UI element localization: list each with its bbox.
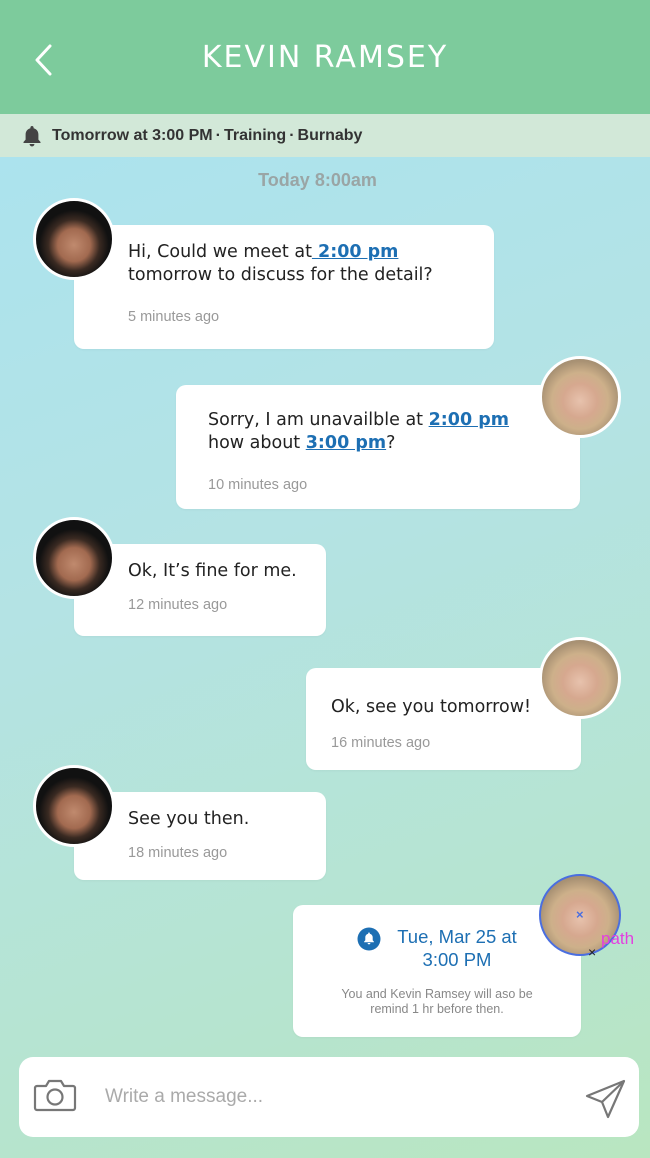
time-link[interactable]: 2:00 pm — [429, 410, 509, 430]
event-card[interactable]: Tue, Mar 25 at 3:00 PM You and Kevin Ram… — [293, 905, 581, 1037]
avatar-me[interactable] — [539, 356, 621, 438]
message-bubble-incoming: Hi, Could we meet at 2:00 pm tomorrow to… — [74, 225, 494, 349]
event-title: Tue, Mar 25 at 3:00 PM — [397, 926, 517, 970]
message-time: 12 minutes ago — [128, 597, 228, 613]
reminder-time: Tomorrow at 3:00 PM — [52, 126, 213, 144]
send-button[interactable] — [584, 1077, 628, 1121]
path-close-mark[interactable]: × — [588, 944, 596, 960]
message-bubble-outgoing: Sorry, I am unavailble at 2:00 pm how ab… — [176, 385, 580, 509]
message-text: Hi, Could we meet at 2:00 pm tomorrow to… — [128, 242, 433, 285]
reminder-location: Burnaby — [297, 126, 363, 144]
message-time: 16 minutes ago — [331, 735, 431, 751]
message-text: See you then. — [128, 809, 250, 829]
reminder-activity: Training — [223, 126, 287, 144]
event-note: You and Kevin Ramsey will aso be remind … — [341, 987, 533, 1016]
bell-icon — [22, 125, 42, 147]
avatar-kevin[interactable] — [33, 198, 115, 280]
avatar-kevin[interactable] — [33, 765, 115, 847]
page-title: KEVIN RAMSEY — [201, 39, 449, 75]
camera-icon — [33, 1079, 77, 1112]
time-link[interactable]: 2:00 pm — [312, 242, 398, 262]
message-text: Ok, It’s fine for me. — [128, 561, 297, 581]
camera-button[interactable] — [33, 1077, 77, 1117]
reminder-separator: · — [215, 126, 221, 144]
message-time: 18 minutes ago — [128, 845, 228, 861]
path-label: path — [601, 929, 635, 948]
reminder-bar[interactable]: Tomorrow at 3:00 PM · Training · Burnaby — [0, 114, 650, 157]
message-time: 10 minutes ago — [208, 477, 308, 493]
back-button[interactable] — [28, 42, 60, 78]
message-time: 5 minutes ago — [128, 309, 220, 325]
bell-icon — [357, 927, 381, 951]
date-divider: Today 8:00am — [258, 170, 377, 190]
message-composer — [19, 1057, 639, 1137]
send-icon — [585, 1079, 626, 1119]
path-marker: × — [576, 907, 584, 922]
header: KEVIN RAMSEY — [0, 0, 650, 114]
chevron-left-icon — [35, 44, 52, 76]
message-text: Ok, see you tomorrow! — [331, 697, 532, 717]
message-input[interactable] — [105, 1075, 555, 1119]
avatar-me[interactable] — [539, 637, 621, 719]
time-link[interactable]: 3:00 pm — [306, 433, 386, 453]
message-text: Sorry, I am unavailble at 2:00 pm how ab… — [208, 410, 509, 453]
avatar-kevin[interactable] — [33, 517, 115, 599]
reminder-separator: · — [289, 126, 295, 144]
